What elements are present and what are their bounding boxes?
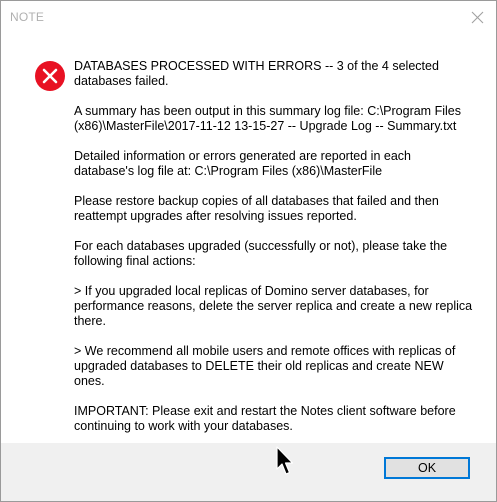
note-dialog: NOTE DATABASES PROCESSED WITH ERRORS -- …: [0, 0, 497, 502]
message-text: DATABASES PROCESSED WITH ERRORS -- 3 of …: [74, 59, 474, 449]
message-paragraph: A summary has been output in this summar…: [74, 104, 461, 133]
title-bar: NOTE: [1, 1, 496, 34]
message-paragraph: For each databases upgraded (successfull…: [74, 239, 448, 268]
message-area: DATABASES PROCESSED WITH ERRORS -- 3 of …: [1, 34, 496, 443]
message-paragraph: IMPORTANT: Please exit and restart the N…: [74, 404, 456, 433]
message-paragraph: Detailed information or errors generated…: [74, 149, 411, 178]
message-paragraph: > We recommend all mobile users and remo…: [74, 344, 456, 388]
message-paragraph: > If you upgraded local replicas of Domi…: [74, 284, 473, 328]
mouse-cursor-icon: [276, 446, 294, 475]
ok-button[interactable]: OK: [384, 457, 470, 479]
button-bar: OK: [1, 443, 496, 501]
dialog-title: NOTE: [10, 10, 45, 24]
message-paragraph: DATABASES PROCESSED WITH ERRORS -- 3 of …: [74, 59, 439, 88]
error-icon: [35, 61, 65, 91]
message-paragraph: Please restore backup copies of all data…: [74, 194, 439, 223]
close-icon[interactable]: [470, 10, 485, 25]
